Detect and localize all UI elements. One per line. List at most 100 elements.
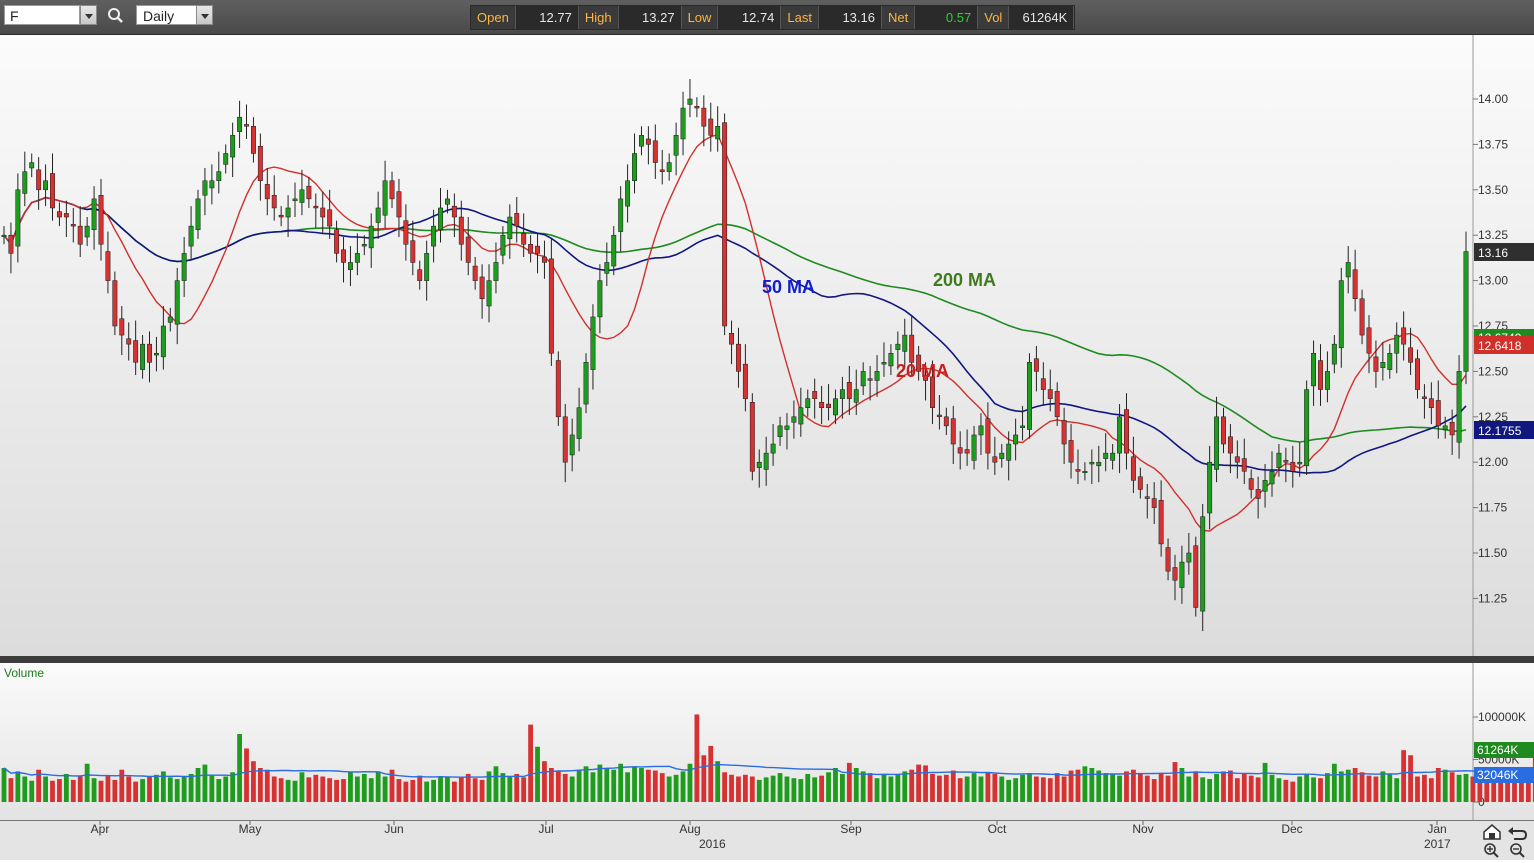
undo-icon[interactable]	[1508, 827, 1528, 840]
candle	[1415, 349, 1420, 399]
volume-panel[interactable]: Volume 100000K50000K0 61264K 32046K	[0, 663, 1534, 820]
volume-bar	[465, 773, 471, 802]
volume-bar	[1047, 778, 1053, 802]
volume-bar	[292, 780, 298, 802]
volume-bar	[999, 776, 1005, 802]
candle	[756, 449, 762, 488]
candle	[1, 226, 7, 245]
candle	[1186, 533, 1192, 575]
candle	[341, 237, 346, 283]
volume-bar	[805, 773, 811, 802]
volume-bar	[812, 777, 818, 802]
candle	[1428, 382, 1434, 425]
zoom-in-icon[interactable]	[1484, 843, 1499, 858]
candle	[1137, 467, 1143, 499]
candle	[451, 193, 457, 238]
volume-bar	[1096, 770, 1102, 802]
volume-bar	[777, 773, 783, 802]
candle	[542, 240, 547, 279]
candle	[327, 189, 333, 239]
time-tick-label: Jan	[1427, 822, 1446, 836]
volume-bar	[943, 774, 949, 802]
candle	[639, 126, 644, 156]
volume-bar	[147, 776, 152, 802]
volume-bar	[625, 772, 631, 802]
volume-bar	[659, 773, 665, 802]
candle	[652, 124, 658, 179]
volume-bar	[84, 763, 90, 802]
volume-bar	[70, 779, 76, 802]
candle	[1380, 342, 1386, 381]
volume-bar	[507, 776, 513, 802]
symbol-dropdown-button[interactable]	[80, 5, 97, 25]
volume-bar	[257, 768, 263, 802]
period-select[interactable]: Daily	[136, 5, 198, 25]
volume-bar	[618, 763, 624, 802]
volume-bar	[749, 776, 755, 802]
candle	[590, 304, 596, 390]
volume-bar	[1276, 778, 1282, 802]
candle	[777, 416, 783, 446]
search-icon[interactable]	[106, 6, 126, 26]
candle	[112, 271, 118, 336]
ma50-line	[3, 196, 1467, 474]
volume-bar	[334, 779, 339, 802]
volume-bar	[729, 774, 734, 802]
candle	[417, 260, 423, 290]
candle	[486, 264, 492, 323]
candle	[701, 95, 707, 147]
candle	[812, 378, 818, 419]
volume-bar	[548, 768, 554, 802]
volume-bar	[798, 779, 804, 802]
candle	[555, 351, 561, 426]
candle	[500, 226, 506, 265]
candle	[389, 171, 395, 208]
volume-bar	[1131, 769, 1136, 802]
volume-bar	[140, 779, 145, 802]
candle	[1033, 345, 1039, 392]
home-icon[interactable]	[1483, 824, 1501, 840]
volume-title: Volume	[4, 666, 44, 680]
volume-bar	[957, 778, 963, 802]
volume-bar	[50, 780, 55, 802]
candle	[1338, 267, 1344, 368]
volume-bar	[1325, 773, 1330, 802]
price-tick-label: 11.25	[1478, 591, 1507, 605]
volume-bar	[167, 777, 173, 802]
volume-bar	[341, 779, 346, 802]
candle	[618, 186, 624, 252]
volume-bar	[1442, 769, 1448, 802]
candle	[1151, 482, 1157, 524]
volume-bar	[285, 779, 291, 802]
volume-bar	[320, 776, 326, 802]
candle	[264, 168, 270, 216]
symbol-input[interactable]: F	[4, 5, 80, 25]
chart-nav	[1478, 823, 1530, 859]
zoom-out-icon[interactable]	[1510, 843, 1525, 858]
period-dropdown-button[interactable]	[196, 5, 213, 25]
volume-bar	[1082, 766, 1088, 802]
price-panel[interactable]: 14.00 13.75 13.50 13.25 13.00 12.75 12.50 12.25…	[0, 35, 1534, 656]
volume-chart[interactable]: Volume 100000K50000K0 61264K 32046K	[0, 663, 1534, 820]
volume-bar	[514, 773, 520, 802]
candle	[576, 387, 582, 452]
time-tick-label: May	[239, 822, 262, 836]
marker-ma20-text: 12.6418	[1478, 339, 1522, 353]
panel-divider[interactable]	[0, 656, 1534, 663]
candle	[292, 182, 298, 218]
candle	[50, 153, 55, 221]
volume-bar	[985, 772, 991, 802]
candle	[56, 202, 62, 227]
volume-bar	[278, 778, 284, 802]
candle	[22, 151, 28, 207]
volume-bar	[902, 771, 908, 802]
price-tick-label: 11.50	[1478, 546, 1507, 560]
candle	[1311, 340, 1317, 406]
candle	[1366, 315, 1372, 374]
candle	[479, 264, 485, 319]
candle	[1200, 503, 1206, 632]
quote-low-value: 12.74	[718, 6, 782, 29]
price-tick-label: 13.75	[1478, 137, 1508, 151]
volume-bar	[368, 778, 374, 802]
price-chart[interactable]: 14.0013.7513.5013.2513.0012.7512.5012.25…	[0, 35, 1534, 656]
